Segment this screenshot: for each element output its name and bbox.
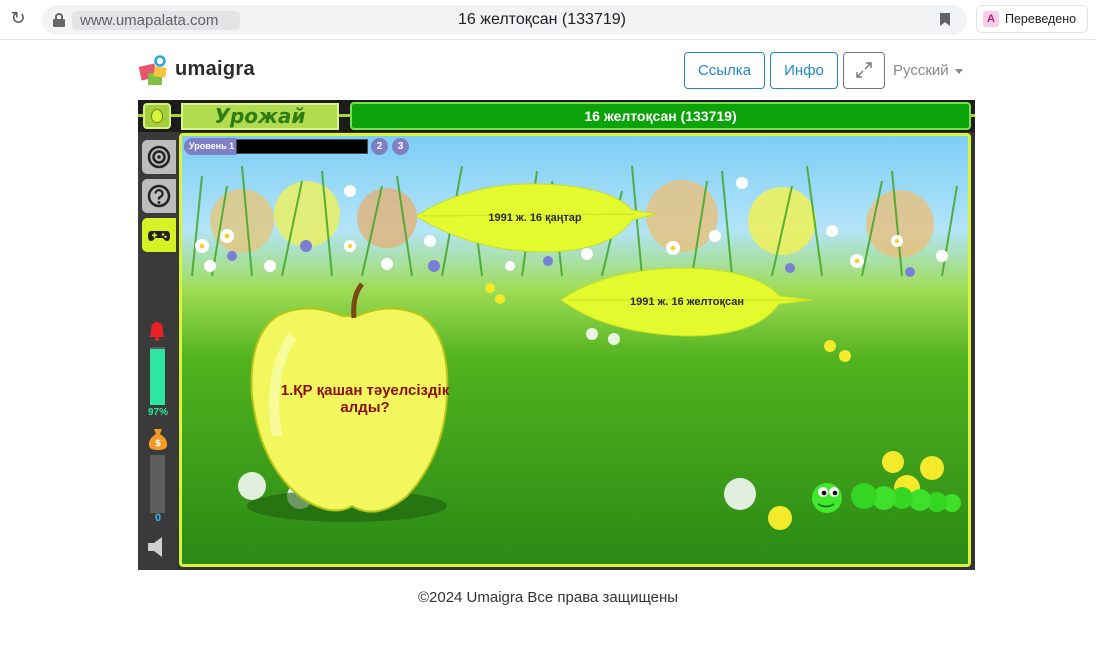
game-name: Урожай <box>181 103 339 130</box>
progress-fill <box>150 348 165 405</box>
bell-icon <box>149 322 165 341</box>
language-label: Русский <box>893 62 949 79</box>
answer-leaf[interactable]: 1991 ж. 16 қаңтар <box>410 178 660 258</box>
game-apple-button[interactable] <box>143 103 171 129</box>
level-progress-bar <box>236 139 368 154</box>
game-scene: Уровень 1 2 3 1991 ж. 16 қаңтар 1991 ж. … <box>179 133 971 567</box>
progress-bar <box>150 347 165 405</box>
apple-icon <box>151 109 163 123</box>
progress-percent: 97% <box>147 407 168 418</box>
page-title: 16 желтоқсан (133719) <box>458 11 626 28</box>
speaker-icon[interactable] <box>146 536 170 558</box>
translate-button[interactable]: A Переведено <box>976 5 1088 33</box>
footer-copyright: ©2024 Umaigra Все права защищены <box>417 589 679 606</box>
address-bar[interactable]: www.umapalata.com 16 желтоқсан (133719) <box>42 5 967 35</box>
level-label: Уровень 1 <box>184 138 236 155</box>
translate-label: Переведено <box>1005 12 1077 26</box>
question-text: 1.ҚР қашан тәуелсіздік алды? <box>280 382 450 416</box>
answer-leaf[interactable]: 1991 ж. 16 желтоқсан <box>557 264 817 339</box>
money-bag-icon: $ <box>148 429 168 450</box>
svg-text:$: $ <box>155 439 161 449</box>
logo-text[interactable]: umaigra <box>175 58 255 81</box>
question-icon <box>147 184 171 208</box>
game-sidebar: 97% $ 0 <box>138 132 178 570</box>
link-button[interactable]: Ссылка <box>684 52 765 89</box>
game-mode-button[interactable] <box>142 218 176 252</box>
target-button[interactable] <box>142 140 176 174</box>
info-button[interactable]: Инфо <box>770 52 838 89</box>
score-value: 0 <box>154 512 162 524</box>
answer-text: 1991 ж. 16 желтоқсан <box>630 295 744 308</box>
game-title: 16 желтоқсан (133719) <box>350 102 971 130</box>
help-button[interactable] <box>142 179 176 213</box>
game-frame: Урожай 16 желтоқсан (133719) 97% $ 0 Уро… <box>138 100 975 570</box>
umaigra-logo-icon[interactable] <box>138 55 172 87</box>
expand-icon <box>856 62 872 78</box>
chevron-down-icon <box>954 68 963 74</box>
gamepad-icon <box>148 231 170 241</box>
fullscreen-button[interactable] <box>843 52 885 89</box>
reload-icon[interactable]: ↻ <box>8 9 28 29</box>
answer-text: 1991 ж. 16 қаңтар <box>488 212 582 224</box>
level-3-indicator: 3 <box>392 138 409 155</box>
level-2-indicator: 2 <box>371 138 388 155</box>
language-select[interactable]: Русский <box>893 62 963 79</box>
translate-icon: A <box>983 11 999 27</box>
score-bar <box>150 455 165 513</box>
browser-toolbar: ↻ www.umapalata.com 16 желтоқсан (133719… <box>0 0 1096 40</box>
target-icon <box>147 145 171 169</box>
game-top-bar: Урожай 16 желтоқсан (133719) <box>138 100 975 132</box>
